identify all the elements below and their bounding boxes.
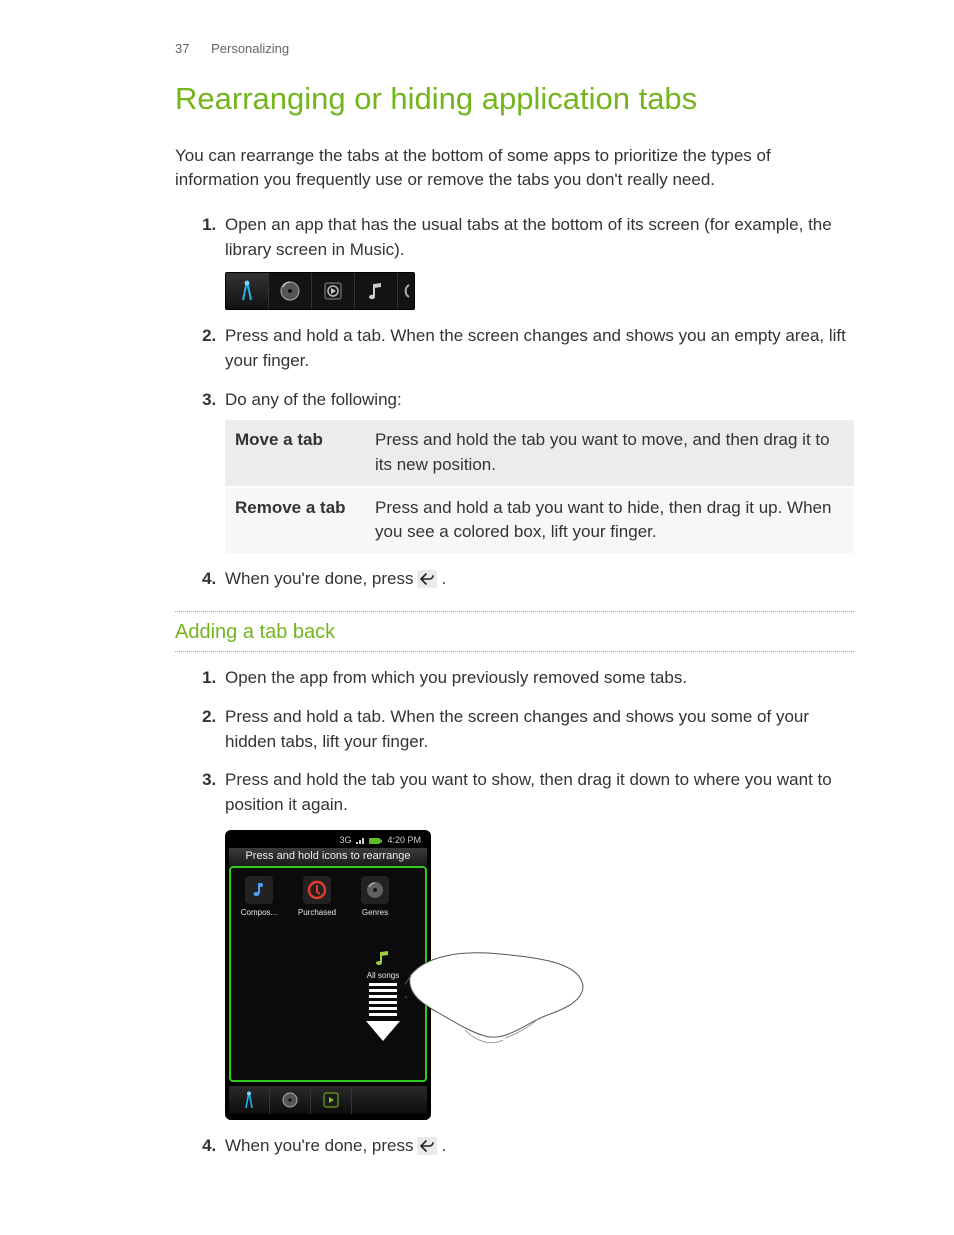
- clock-label: 4:20 PM: [387, 834, 421, 847]
- step-text-post: .: [441, 567, 446, 592]
- step-3: Do any of the following: Move a tab Pres…: [221, 388, 854, 553]
- steps-list: Open an app that has the usual tabs at t…: [175, 213, 854, 591]
- tab-songs-icon: [355, 273, 398, 309]
- back-icon: [417, 1137, 437, 1155]
- divider: [175, 611, 854, 612]
- step-text-post: .: [441, 1134, 446, 1159]
- bottom-tab-disc-icon: [270, 1086, 311, 1114]
- status-bar: 3G 4:20 PM: [229, 834, 427, 848]
- page-title: Rearranging or hiding application tabs: [175, 77, 854, 122]
- section-name: Personalizing: [211, 41, 289, 56]
- actions-table: Move a tab Press and hold the tab you wa…: [225, 420, 854, 553]
- tab-artists-icon: [226, 273, 269, 309]
- step-text: Press and hold the tab you want to show,…: [225, 770, 832, 814]
- drag-arrow-icon: [366, 983, 400, 1041]
- step-text-pre: When you're done, press: [225, 1134, 413, 1159]
- app-label: Genres: [353, 907, 397, 919]
- tab-disc-icon: [269, 273, 312, 309]
- bottom-tab-nowplaying-icon: [311, 1086, 352, 1114]
- table-row: Remove a tab Press and hold a tab you wa…: [225, 487, 854, 553]
- intro-text: You can rearrange the tabs at the bottom…: [175, 144, 854, 193]
- step-text: Open an app that has the usual tabs at t…: [225, 215, 832, 259]
- step-text: Press and hold a tab. When the screen ch…: [225, 326, 846, 370]
- hint-bar: Press and hold icons to rearrange: [229, 848, 427, 866]
- phone-illustration: 3G 4:20 PM Press and hold icons to rearr…: [225, 830, 431, 1120]
- library-panel: Compos... Purchased Genres: [229, 866, 427, 1082]
- action-name: Move a tab: [225, 420, 365, 486]
- tab-nowplaying-icon: [312, 273, 355, 309]
- subsection-title: Adding a tab back: [175, 618, 854, 647]
- app-composers: Compos...: [237, 876, 281, 919]
- sub-step-2: Press and hold a tab. When the screen ch…: [221, 705, 854, 754]
- action-name: Remove a tab: [225, 487, 365, 553]
- action-desc: Press and hold a tab you want to hide, t…: [365, 487, 854, 553]
- sub-step-1: Open the app from which you previously r…: [221, 666, 854, 691]
- action-desc: Press and hold the tab you want to move,…: [365, 420, 854, 486]
- page-header: 37 Personalizing: [175, 40, 854, 59]
- battery-icon: [369, 837, 383, 845]
- sub-step-4: When you're done, press .: [221, 1134, 854, 1159]
- step-text-pre: When you're done, press: [225, 567, 413, 592]
- back-icon: [417, 570, 437, 588]
- divider: [175, 651, 854, 652]
- app-genres: Genres: [353, 876, 397, 919]
- signal-icon: [355, 837, 365, 845]
- step-4: When you're done, press .: [221, 567, 854, 592]
- drag-label: All songs: [367, 970, 399, 982]
- tabbar-illustration: [225, 272, 415, 310]
- step-text: Open the app from which you previously r…: [225, 668, 687, 687]
- music-note-icon: [374, 950, 392, 968]
- bottom-tabbar: [229, 1086, 427, 1114]
- table-row: Move a tab Press and hold the tab you wa…: [225, 420, 854, 486]
- step-text: Do any of the following:: [225, 390, 402, 409]
- app-label: Purchased: [295, 907, 339, 919]
- step-1: Open an app that has the usual tabs at t…: [221, 213, 854, 310]
- step-text: Press and hold a tab. When the screen ch…: [225, 707, 809, 751]
- page-number: 37: [175, 41, 189, 56]
- tab-more-icon: [398, 273, 414, 309]
- app-label: Compos...: [237, 907, 281, 919]
- network-label: 3G: [339, 834, 351, 847]
- step-2: Press and hold a tab. When the screen ch…: [221, 324, 854, 373]
- sub-step-3: Press and hold the tab you want to show,…: [221, 768, 854, 1119]
- app-purchased: Purchased: [295, 876, 339, 919]
- drag-indicator: All songs: [363, 950, 403, 1042]
- bottom-tab-artists-icon: [229, 1086, 270, 1114]
- sub-steps-list: Open the app from which you previously r…: [175, 666, 854, 1158]
- hand-illustration: [405, 946, 585, 1084]
